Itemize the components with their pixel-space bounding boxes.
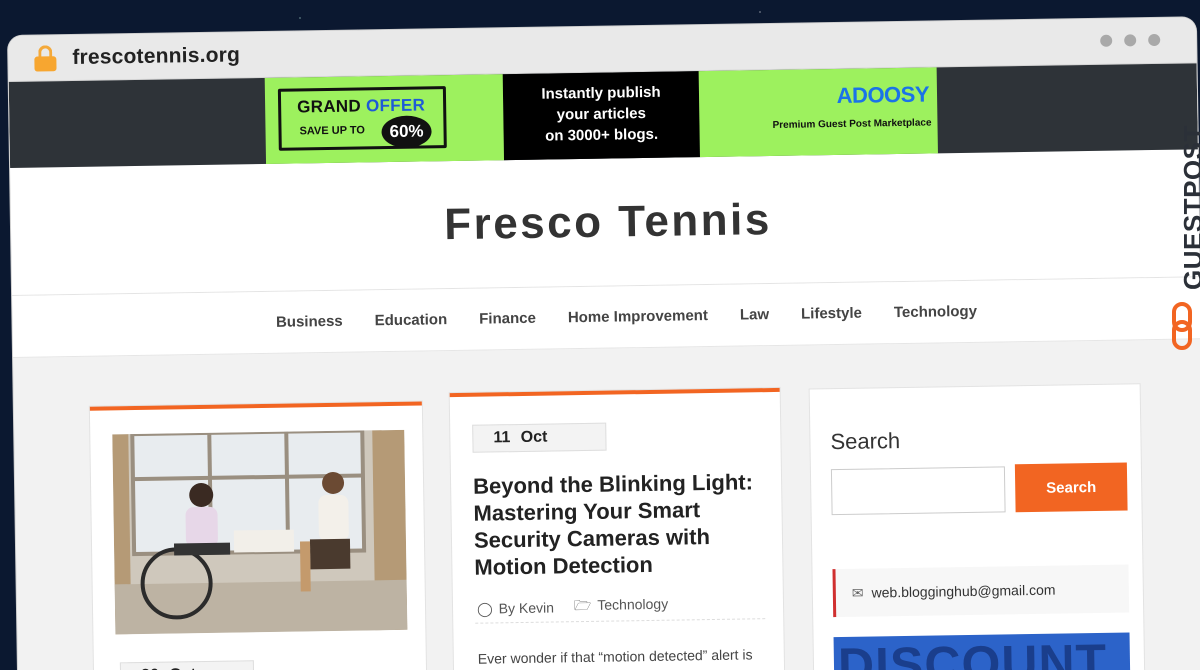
ad-offer-panel: GRAND OFFER SAVE UP TO 60% bbox=[264, 74, 505, 164]
post-card[interactable]: 26 Oct bbox=[89, 401, 427, 670]
url-text[interactable]: frescotennis.org bbox=[72, 43, 240, 70]
post-date: 26 Oct bbox=[119, 660, 255, 670]
sidebar: Search Search ✉ web.blogginghub@gmail.co… bbox=[809, 384, 1145, 670]
user-icon: ◯ bbox=[476, 599, 493, 617]
ad-offer: OFFER bbox=[365, 95, 426, 116]
discount-text: DISCOUNT bbox=[837, 633, 1108, 670]
category-meta[interactable]: 🗁 Technology bbox=[574, 594, 669, 619]
author-meta[interactable]: ◯ By Kevin bbox=[477, 599, 554, 617]
window-dot-icon[interactable] bbox=[1100, 34, 1113, 47]
web-page: GRAND OFFER SAVE UP TO 60% Instantly pub… bbox=[8, 63, 1200, 670]
ad-percent: 60% bbox=[381, 115, 432, 149]
site-header: Fresco Tennis bbox=[10, 149, 1200, 296]
contact-email[interactable]: ✉ web.blogginghub@gmail.com bbox=[832, 564, 1130, 618]
guestpost-watermark: GUESTPOST bbox=[1150, 120, 1200, 360]
browser-window: frescotennis.org GRAND OFFER SAVE UP TO … bbox=[8, 17, 1200, 670]
search-button[interactable]: Search bbox=[1014, 462, 1128, 513]
post-category[interactable]: Technology bbox=[597, 596, 668, 613]
ad-headline: Instantly publish your articles on 3000+… bbox=[502, 71, 700, 161]
ad-headline-line: on 3000+ blogs. bbox=[545, 125, 659, 145]
search-heading: Search bbox=[830, 428, 901, 455]
post-author[interactable]: By Kevin bbox=[499, 599, 554, 616]
nav-item-law[interactable]: Law bbox=[740, 306, 769, 323]
ad-grand: GRAND bbox=[297, 96, 362, 117]
lock-icon bbox=[34, 44, 57, 72]
nav-item-lifestyle[interactable]: Lifestyle bbox=[801, 305, 862, 323]
post-card[interactable]: 11 Oct Beyond the Blinking Light: Master… bbox=[449, 387, 785, 670]
ad-brand-panel: ADOOSY Premium Guest Post Marketplace bbox=[698, 67, 938, 158]
window-dot-icon[interactable] bbox=[1148, 33, 1161, 47]
window-controls bbox=[1100, 33, 1161, 47]
nav-item-finance[interactable]: Finance bbox=[479, 310, 536, 328]
site-title[interactable]: Fresco Tennis bbox=[444, 195, 772, 250]
link-icon bbox=[1172, 302, 1192, 350]
ad-offer-box: GRAND OFFER SAVE UP TO 60% bbox=[277, 86, 447, 151]
folder-icon: 🗁 bbox=[573, 596, 592, 614]
nav-item-technology[interactable]: Technology bbox=[894, 303, 977, 321]
nav-item-business[interactable]: Business bbox=[276, 313, 343, 331]
ad-save: SAVE UP TO bbox=[299, 124, 366, 138]
window-dot-icon[interactable] bbox=[1124, 34, 1137, 47]
post-thumbnail[interactable] bbox=[112, 429, 408, 635]
ad-banner[interactable]: GRAND OFFER SAVE UP TO 60% Instantly pub… bbox=[264, 67, 938, 164]
ad-tagline: Premium Guest Post Marketplace bbox=[772, 117, 932, 132]
post-date: 11 Oct bbox=[472, 422, 607, 453]
content-area: 26 Oct 11 Oct Beyond the Blinking Light:… bbox=[13, 339, 1200, 670]
search-input[interactable] bbox=[830, 466, 1006, 516]
nav-item-home-improvement[interactable]: Home Improvement bbox=[568, 307, 708, 326]
post-excerpt: Ever wonder if that “motion detected” al… bbox=[477, 646, 753, 667]
discount-banner[interactable]: DISCOUNT bbox=[833, 632, 1131, 670]
nav-item-education[interactable]: Education bbox=[375, 311, 448, 329]
envelope-icon: ✉ bbox=[851, 584, 864, 601]
ad-brand-logo: ADOOSY bbox=[836, 81, 930, 108]
watermark-text: GUESTPOST bbox=[1178, 125, 1200, 290]
post-title[interactable]: Beyond the Blinking Light: Mastering You… bbox=[473, 468, 765, 581]
email-text[interactable]: web.blogginghub@gmail.com bbox=[871, 582, 1055, 601]
post-meta: ◯ By Kevin 🗁 Technology bbox=[477, 594, 668, 621]
